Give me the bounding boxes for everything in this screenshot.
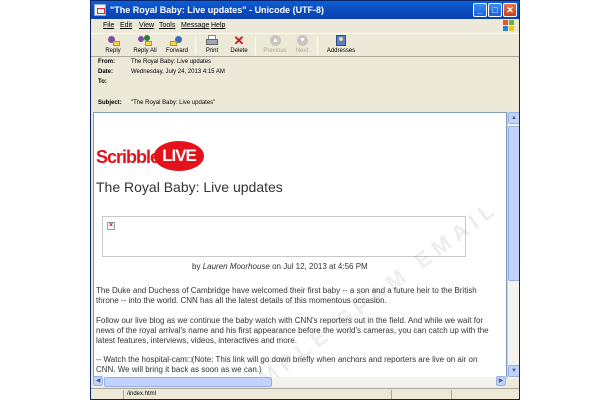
next-button[interactable]: ▼ Next xyxy=(291,35,313,57)
reply-icon xyxy=(106,35,120,47)
maximize-button[interactable]: □ xyxy=(488,3,502,17)
message-body[interactable]: Scribble LIVE The Royal Baby: Live updat… xyxy=(93,112,507,379)
date-value: Wednesday, July 24, 2013 4:15 AM xyxy=(131,69,225,75)
scroll-left-icon[interactable]: ◀ xyxy=(93,376,103,386)
scroll-up-icon[interactable]: ▲ xyxy=(508,112,519,124)
menu-help[interactable]: Help xyxy=(211,19,225,33)
print-button[interactable]: Print xyxy=(201,35,223,57)
menu-tools[interactable]: Tools xyxy=(159,19,175,33)
close-button[interactable]: ✕ xyxy=(503,3,517,17)
address-book-icon xyxy=(334,35,348,47)
image-placeholder: × xyxy=(102,216,466,257)
from-value: The Royal Baby: Live updates xyxy=(131,59,212,65)
scroll-right-icon[interactable]: ▶ xyxy=(496,376,506,386)
arrow-up-icon: ▲ xyxy=(268,35,282,47)
subject-value: "The Royal Baby: Live updates" xyxy=(131,100,216,106)
minimize-button[interactable]: _ xyxy=(473,3,487,17)
printer-icon xyxy=(205,35,219,47)
reply-button[interactable]: Reply xyxy=(100,35,126,57)
toolbar: Reply Reply All Forward Print ✕ Delete ▲… xyxy=(91,33,519,57)
vertical-scrollbar[interactable]: ▲ ▼ xyxy=(507,112,519,379)
delete-x-icon: ✕ xyxy=(233,33,245,48)
title-bar[interactable]: "The Royal Baby: Live updates" - Unicode… xyxy=(91,1,519,19)
from-label: From: xyxy=(98,59,115,65)
menu-bar: File Edit View Tools Message Help xyxy=(91,19,519,33)
scroll-down-icon[interactable]: ▼ xyxy=(508,365,519,377)
broken-image-icon: × xyxy=(107,222,115,230)
forward-icon xyxy=(170,35,184,47)
window-title: "The Royal Baby: Live updates" - Unicode… xyxy=(110,5,325,15)
windows-logo-icon xyxy=(503,20,515,32)
delete-button[interactable]: ✕ Delete xyxy=(227,33,251,57)
menu-edit[interactable]: Edit xyxy=(120,19,132,33)
author-link[interactable]: Lauren Moorhouse xyxy=(203,262,270,271)
addresses-button[interactable]: Addresses xyxy=(325,35,357,57)
subject-label: Subject: xyxy=(98,100,122,106)
mail-message-icon xyxy=(94,4,106,16)
menu-view[interactable]: View xyxy=(139,19,154,33)
reply-all-button[interactable]: Reply All xyxy=(129,35,161,57)
forward-button[interactable]: Forward xyxy=(163,35,191,57)
horizontal-scrollbar[interactable]: ◀ ▶ xyxy=(93,376,507,387)
post-title: The Royal Baby: Live updates xyxy=(96,179,283,195)
horizontal-scroll-thumb[interactable] xyxy=(104,377,272,387)
to-label: To: xyxy=(98,79,107,85)
arrow-down-icon: ▼ xyxy=(295,35,309,47)
status-bar: /index.html xyxy=(91,388,519,399)
vertical-scroll-thumb[interactable] xyxy=(508,126,519,281)
byline: by Lauren Moorhouse on Jul 12, 2013 at 4… xyxy=(192,262,368,271)
reply-all-icon xyxy=(138,35,152,47)
previous-button[interactable]: ▲ Previous xyxy=(261,35,289,57)
menu-message[interactable]: Message xyxy=(181,19,209,33)
email-window: "The Royal Baby: Live updates" - Unicode… xyxy=(90,0,520,400)
menu-file[interactable]: File xyxy=(103,19,114,33)
date-label: Date: xyxy=(98,69,114,75)
status-text: /index.html xyxy=(127,391,157,397)
subject-row: Subject: "The Royal Baby: Live updates" xyxy=(91,98,519,112)
paragraph-1: The Duke and Duchess of Cambridge have w… xyxy=(96,286,477,305)
